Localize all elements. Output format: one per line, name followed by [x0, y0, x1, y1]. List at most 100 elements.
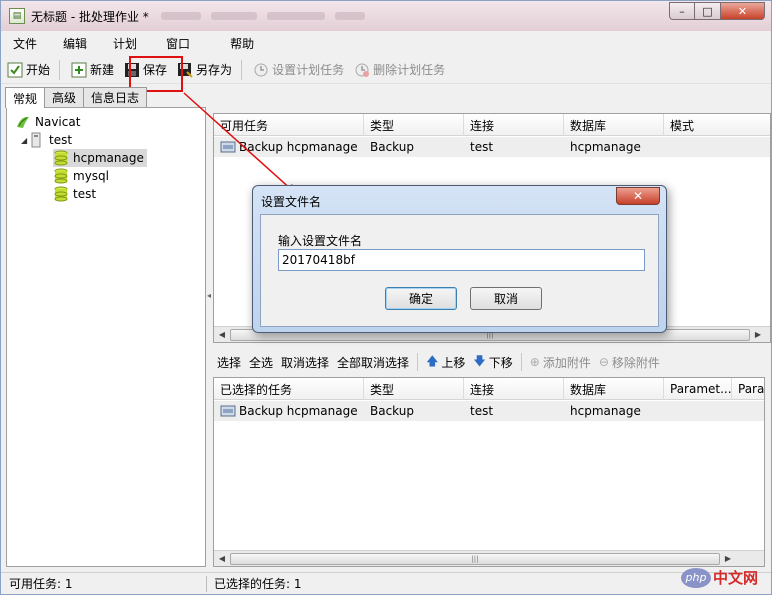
move-up-button[interactable]: 🡅 上移 [422, 352, 469, 373]
column-header[interactable]: Para [732, 378, 764, 400]
task-action-bar: 选择 全选 取消选择 全部取消选择 🡅 上移 🡇 下移 ⊕ 添加附件 ⊖ 移除附… [213, 349, 771, 375]
menu-edit[interactable]: 编辑 [50, 35, 100, 52]
batch-job-icon: ▤ [9, 8, 25, 24]
select-button[interactable]: 选择 [213, 354, 245, 371]
server-icon [31, 132, 41, 148]
column-header[interactable]: 数据库 [564, 114, 664, 136]
task-connection-cell: test [470, 404, 494, 418]
table-row[interactable]: Backup hcpmanage Backup test hcpmanage [214, 137, 770, 157]
toolbar: 开始 新建 保存 另存为 设置计划任务 删除计划任务 [1, 56, 771, 84]
column-header[interactable]: 类型 [364, 114, 464, 136]
tree-item-database[interactable]: test [53, 185, 96, 203]
tree-item-connection-test[interactable]: ◢ test [21, 131, 72, 149]
tab-message-log[interactable]: 信息日志 [83, 87, 148, 107]
backup-icon [220, 139, 236, 155]
deselect-button[interactable]: 取消选择 [277, 354, 333, 371]
collapse-arrow-icon[interactable]: ◢ [21, 136, 31, 145]
column-header[interactable]: 模式 [664, 114, 770, 136]
arrow-down-icon: 🡇 [473, 353, 486, 368]
dialog-title: 设置文件名 [261, 195, 322, 209]
grid-header: 已选择的任务 类型 连接 数据库 Paramet... Para [214, 378, 764, 400]
task-name-cell: Backup hcpmanage [214, 137, 364, 157]
delete-schedule-button[interactable]: 删除计划任务 [350, 58, 449, 82]
scroll-thumb[interactable]: ||| [230, 552, 720, 565]
tree-item-database[interactable]: hcpmanage [53, 149, 147, 167]
task-database-cell: hcpmanage [570, 404, 641, 418]
task-schema-cell [664, 137, 764, 157]
dialog-close-button[interactable]: ✕ [616, 187, 660, 205]
cancel-button[interactable]: 取消 [470, 287, 542, 310]
column-header[interactable]: 连接 [464, 114, 564, 136]
filename-label: 输入设置文件名 [278, 234, 363, 248]
column-header[interactable]: 类型 [364, 378, 464, 400]
paperclip-add-icon: ⊕ [529, 355, 540, 369]
batch-job-window: ▤ 无标题 - 批处理作业 * – □ ✕ 文件 编辑 计划 窗口 帮助 开始 [0, 0, 772, 595]
menu-help[interactable]: 帮助 [210, 35, 267, 52]
blurred-title-area [160, 12, 365, 20]
grid-header: 可用任务 类型 连接 数据库 模式 [214, 114, 770, 136]
task-name: Backup hcpmanage [239, 140, 358, 154]
splitter-grip-icon[interactable]: ◂ [207, 291, 212, 301]
filename-input[interactable] [278, 249, 645, 271]
clock-icon [253, 62, 269, 78]
scroll-left-icon[interactable]: ◀ [214, 327, 230, 343]
remove-attachment-button[interactable]: ⊖ 移除附件 [595, 354, 664, 371]
ok-button[interactable]: 确定 [385, 287, 457, 310]
available-count: 可用任务: 1 [9, 577, 73, 591]
new-icon [71, 62, 87, 78]
navicat-icon [15, 114, 31, 130]
watermark: php 中文网 [681, 567, 758, 588]
scroll-right-icon[interactable]: ▶ [720, 551, 736, 567]
menu-bar: 文件 编辑 计划 窗口 帮助 [1, 32, 771, 54]
task-name: Backup hcpmanage [239, 404, 358, 418]
window-title: 无标题 - 批处理作业 * [31, 9, 149, 24]
task-name-cell: Backup hcpmanage [214, 401, 364, 421]
new-button[interactable]: 新建 [67, 58, 118, 82]
start-button[interactable]: 开始 [3, 58, 54, 82]
object-tree-panel[interactable]: Navicat ◢ test hcpmanage mysql test [6, 107, 206, 567]
toolbar-separator [59, 59, 61, 80]
menu-window[interactable]: 窗口 [150, 35, 210, 52]
dialog-body: 输入设置文件名 确定 取消 [260, 214, 659, 327]
backup-icon [220, 403, 236, 419]
set-schedule-button[interactable]: 设置计划任务 [249, 58, 348, 82]
menu-file[interactable]: 文件 [1, 35, 50, 52]
task-connection-cell: test [470, 140, 494, 154]
close-button[interactable]: ✕ [721, 2, 765, 20]
column-header[interactable]: 数据库 [564, 378, 664, 400]
tree-item-navicat[interactable]: Navicat [15, 113, 80, 131]
menu-schedule[interactable]: 计划 [100, 35, 150, 52]
tab-general[interactable]: 常规 [5, 87, 46, 108]
minimize-button[interactable]: – [669, 2, 695, 20]
add-attachment-button[interactable]: ⊕ 添加附件 [526, 354, 595, 371]
paperclip-remove-icon: ⊖ [598, 355, 609, 369]
column-header[interactable]: Paramet... [664, 378, 732, 400]
title-bar[interactable]: ▤ 无标题 - 批处理作业 * – □ ✕ [1, 1, 771, 31]
start-icon [7, 62, 23, 78]
database-icon [53, 168, 69, 184]
column-header[interactable]: 可用任务 [214, 114, 364, 136]
database-icon [53, 150, 69, 166]
database-icon [53, 186, 69, 202]
task-type-cell: Backup [370, 140, 414, 154]
table-row[interactable]: Backup hcpmanage Backup test hcpmanage [214, 401, 764, 421]
scroll-left-icon[interactable]: ◀ [214, 551, 230, 567]
select-all-button[interactable]: 全选 [245, 354, 277, 371]
selected-tasks-grid[interactable]: 已选择的任务 类型 连接 数据库 Paramet... Para Backup … [213, 377, 765, 567]
arrow-up-icon: 🡅 [426, 353, 439, 368]
tree-item-database[interactable]: mysql [53, 167, 109, 185]
action-separator [417, 353, 419, 371]
move-down-button[interactable]: 🡇 下移 [469, 352, 516, 373]
horizontal-scrollbar[interactable]: ◀ ||| ▶ [214, 550, 764, 566]
clock-delete-icon [354, 62, 370, 78]
scroll-right-icon[interactable]: ▶ [750, 327, 766, 343]
column-header[interactable]: 已选择的任务 [214, 378, 364, 400]
status-bar: 可用任务: 1 已选择的任务: 1 [1, 572, 771, 594]
deselect-all-button[interactable]: 全部取消选择 [333, 354, 413, 371]
maximize-button[interactable]: □ [695, 2, 721, 20]
task-type-cell: Backup [370, 404, 414, 418]
watermark-logo: php [681, 567, 711, 588]
task-database-cell: hcpmanage [570, 140, 641, 154]
tab-advanced[interactable]: 高级 [44, 87, 85, 107]
column-header[interactable]: 连接 [464, 378, 564, 400]
